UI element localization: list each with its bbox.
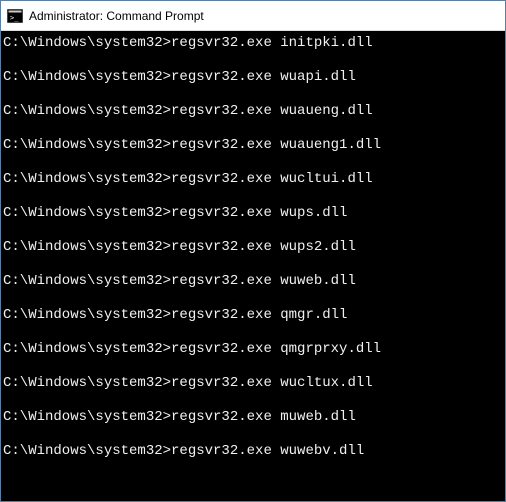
terminal-line: C:\Windows\system32>regsvr32.exe wuweb.d… [3,273,503,289]
command-prompt-window: >_ Administrator: Command Prompt C:\Wind… [0,0,506,502]
command-prompt-icon: >_ [7,9,23,23]
terminal-line: C:\Windows\system32>regsvr32.exe wups.dl… [3,205,503,221]
terminal-output[interactable]: C:\Windows\system32>regsvr32.exe initpki… [1,31,505,501]
terminal-line: C:\Windows\system32>regsvr32.exe wuapi.d… [3,69,503,85]
terminal-line: C:\Windows\system32>regsvr32.exe wuaueng… [3,137,503,153]
titlebar[interactable]: >_ Administrator: Command Prompt [1,1,505,31]
terminal-line: C:\Windows\system32>regsvr32.exe wuaueng… [3,103,503,119]
terminal-line: C:\Windows\system32>regsvr32.exe qmgrprx… [3,341,503,357]
terminal-line: C:\Windows\system32>regsvr32.exe muweb.d… [3,409,503,425]
window-title: Administrator: Command Prompt [29,9,204,23]
terminal-line: C:\Windows\system32>regsvr32.exe wuwebv.… [3,443,503,459]
svg-text:>_: >_ [10,14,19,22]
terminal-line: C:\Windows\system32>regsvr32.exe wups2.d… [3,239,503,255]
terminal-line: C:\Windows\system32>regsvr32.exe qmgr.dl… [3,307,503,323]
terminal-line: C:\Windows\system32>regsvr32.exe wucltui… [3,171,503,187]
terminal-line: C:\Windows\system32>regsvr32.exe wucltux… [3,375,503,391]
terminal-line: C:\Windows\system32>regsvr32.exe initpki… [3,35,503,51]
